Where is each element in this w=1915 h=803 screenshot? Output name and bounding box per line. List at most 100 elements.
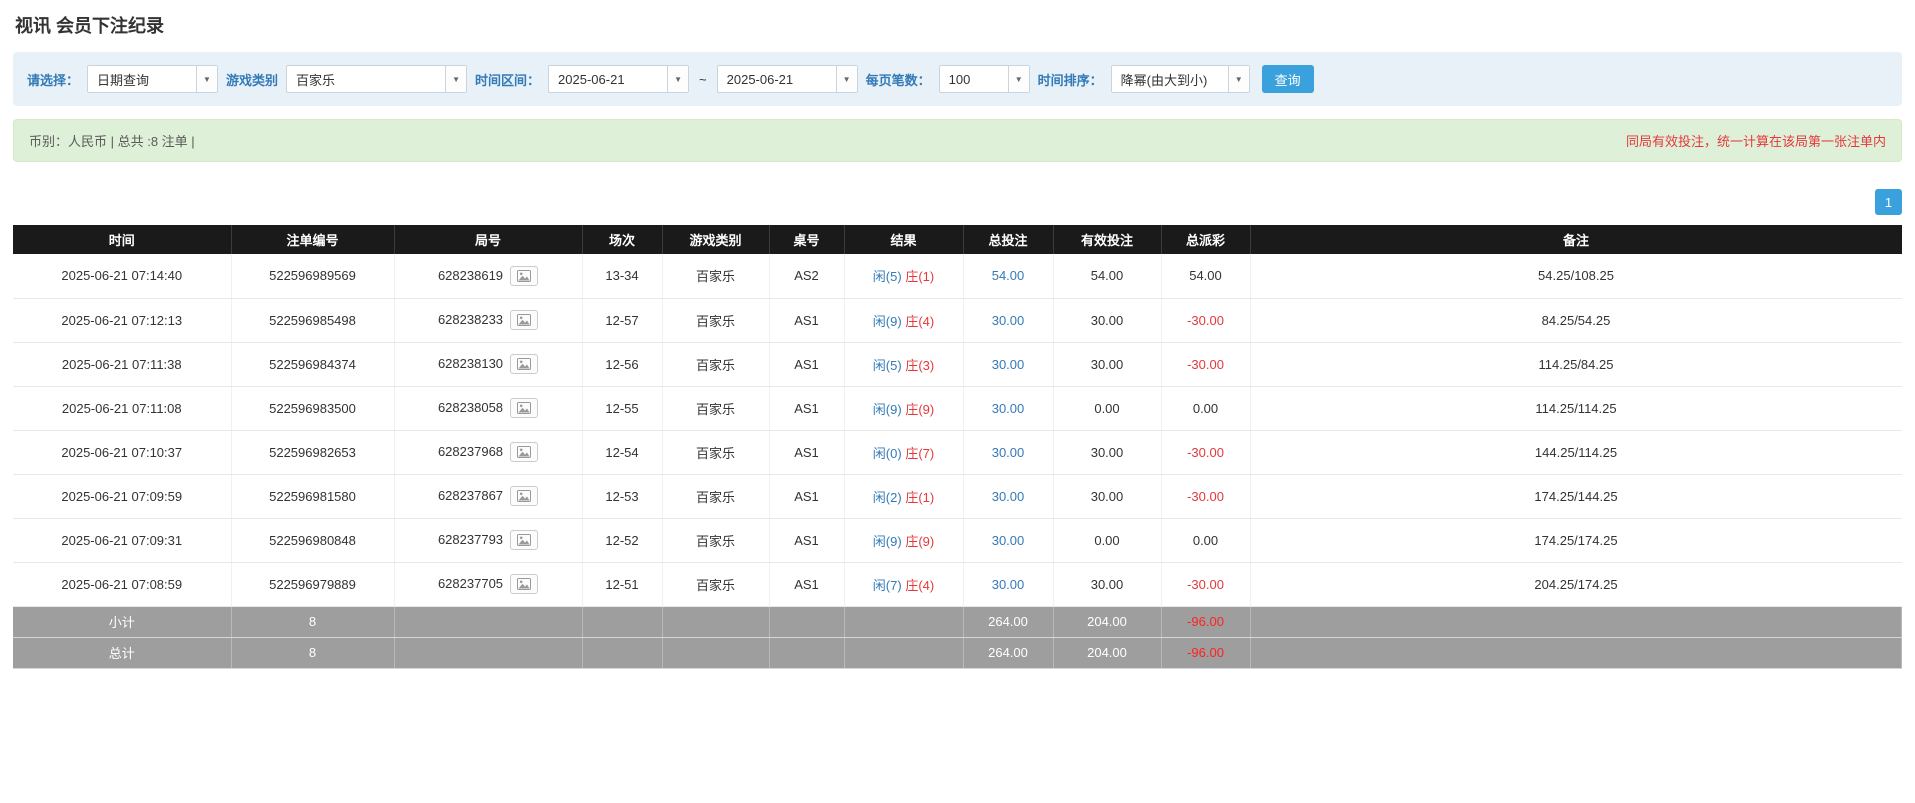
cell-round: 628238058 (394, 386, 582, 430)
cell-round: 628237705 (394, 562, 582, 606)
round-image-button[interactable] (510, 442, 538, 462)
date-range-label: 时间区间： (475, 70, 540, 89)
picture-icon (517, 270, 531, 282)
table-row: 2025-06-21 07:11:38522596984374 628238130… (13, 342, 1902, 386)
table-row: 2025-06-21 07:14:40522596989569628238619… (13, 254, 1902, 298)
cell-payout: -30.00 (1161, 298, 1250, 342)
total-bet-link[interactable]: 30.00 (992, 489, 1025, 504)
result-player: 闲(5) (873, 358, 902, 373)
page-number-button[interactable]: 1 (1875, 189, 1902, 215)
date-to-value: 2025-06-21 (718, 66, 836, 92)
cell-payout: -30.00 (1161, 562, 1250, 606)
cell-game-type: 百家乐 (662, 254, 769, 298)
round-image-button[interactable] (510, 354, 538, 374)
round-image-button[interactable] (510, 266, 538, 286)
filter-bar: 请选择： 日期查询 ▼ 游戏类别 百家乐 ▼ 时间区间： 2025-06-21 … (13, 52, 1902, 106)
summary-valid-bet: 204.00 (1053, 606, 1161, 637)
cell-session: 13-34 (582, 254, 662, 298)
cell-table-no: AS2 (769, 254, 844, 298)
picture-icon (517, 534, 531, 546)
total-bet-link[interactable]: 30.00 (992, 401, 1025, 416)
cell-valid-bet: 30.00 (1053, 342, 1161, 386)
cell-result: 闲(5) 庄(1) (844, 254, 963, 298)
round-image-button[interactable] (510, 486, 538, 506)
table-row: 2025-06-21 07:10:37522596982653628237968… (13, 430, 1902, 474)
total-bet-link[interactable]: 54.00 (992, 268, 1025, 283)
total-bet-link[interactable]: 30.00 (992, 357, 1025, 372)
cell-valid-bet: 30.00 (1053, 562, 1161, 606)
cell-session: 12-52 (582, 518, 662, 562)
chevron-down-icon[interactable]: ▼ (1008, 66, 1029, 92)
cell-bet-id: 522596989569 (231, 254, 394, 298)
result-banker: 庄(9) (905, 402, 934, 417)
cell-result: 闲(7) 庄(4) (844, 562, 963, 606)
cell-time: 2025-06-21 07:11:08 (13, 386, 231, 430)
cell-payout: 0.00 (1161, 386, 1250, 430)
round-id: 628238233 (438, 312, 503, 327)
page-size-combobox[interactable]: 100 ▼ (939, 65, 1030, 93)
cell-valid-bet: 54.00 (1053, 254, 1161, 298)
round-id: 628238058 (438, 400, 503, 415)
cell-bet-id: 522596983500 (231, 386, 394, 430)
date-from-combobox[interactable]: 2025-06-21 ▼ (548, 65, 689, 93)
total-bet-link[interactable]: 30.00 (992, 577, 1025, 592)
cell-result: 闲(9) 庄(9) (844, 518, 963, 562)
result-banker: 庄(1) (905, 490, 934, 505)
time-sort-label: 时间排序： (1038, 70, 1103, 89)
game-type-combobox[interactable]: 百家乐 ▼ (286, 65, 467, 93)
cell-game-type: 百家乐 (662, 342, 769, 386)
cell-total-bet: 30.00 (963, 430, 1053, 474)
round-image-button[interactable] (510, 310, 538, 330)
chevron-down-icon[interactable]: ▼ (836, 66, 857, 92)
cell-payout: 54.00 (1161, 254, 1250, 298)
column-header-4: 游戏类别 (662, 225, 769, 254)
picture-icon (517, 402, 531, 414)
cell-note: 114.25/84.25 (1250, 342, 1902, 386)
cell-time: 2025-06-21 07:11:38 (13, 342, 231, 386)
cell-bet-id: 522596984374 (231, 342, 394, 386)
round-image-button[interactable] (510, 574, 538, 594)
table-row: 2025-06-21 07:11:08522596983500 628238058… (13, 386, 1902, 430)
total-bet-link[interactable]: 30.00 (992, 533, 1025, 548)
cell-note: 54.25/108.25 (1250, 254, 1902, 298)
table-row: 2025-06-21 07:12:13522596985498628238233… (13, 298, 1902, 342)
total-bet-link[interactable]: 30.00 (992, 445, 1025, 460)
cell-table-no: AS1 (769, 474, 844, 518)
chevron-down-icon[interactable]: ▼ (667, 66, 688, 92)
summary-label: 小计 (13, 606, 231, 637)
summary-valid-bet: 204.00 (1053, 637, 1161, 668)
cell-valid-bet: 30.00 (1053, 474, 1161, 518)
round-image-button[interactable] (510, 398, 538, 418)
round-image-button[interactable] (510, 530, 538, 550)
picture-icon (517, 446, 531, 458)
total-bet-link[interactable]: 30.00 (992, 313, 1025, 328)
cell-game-type: 百家乐 (662, 430, 769, 474)
table-header-row: 时间注单编号局号场次游戏类别桌号结果总投注有效投注总派彩备注 (13, 225, 1902, 254)
cell-note: 114.25/114.25 (1250, 386, 1902, 430)
cell-bet-id: 522596980848 (231, 518, 394, 562)
column-header-9: 总派彩 (1161, 225, 1250, 254)
game-type-label: 游戏类别 (226, 70, 278, 89)
chevron-down-icon[interactable]: ▼ (445, 66, 466, 92)
query-type-combobox[interactable]: 日期查询 ▼ (87, 65, 218, 93)
summary-payout: -96.00 (1161, 637, 1250, 668)
cell-valid-bet: 0.00 (1053, 386, 1161, 430)
cell-round: 628237793 (394, 518, 582, 562)
round-id: 628238130 (438, 356, 503, 371)
date-to-combobox[interactable]: 2025-06-21 ▼ (717, 65, 858, 93)
chevron-down-icon[interactable]: ▼ (196, 66, 217, 92)
cell-valid-bet: 30.00 (1053, 430, 1161, 474)
summary-label: 总计 (13, 637, 231, 668)
cell-game-type: 百家乐 (662, 562, 769, 606)
column-header-8: 有效投注 (1053, 225, 1161, 254)
cell-bet-id: 522596981580 (231, 474, 394, 518)
cell-result: 闲(9) 庄(4) (844, 298, 963, 342)
currency-total-text: 币别：人民币 | 总共 :8 注单 | (29, 131, 195, 150)
cell-game-type: 百家乐 (662, 474, 769, 518)
chevron-down-icon[interactable]: ▼ (1228, 66, 1249, 92)
search-button[interactable]: 查询 (1262, 65, 1314, 93)
cell-session: 12-55 (582, 386, 662, 430)
time-sort-combobox[interactable]: 降幂(由大到小) ▼ (1111, 65, 1250, 93)
result-banker: 庄(1) (905, 269, 934, 284)
cell-payout: -30.00 (1161, 474, 1250, 518)
